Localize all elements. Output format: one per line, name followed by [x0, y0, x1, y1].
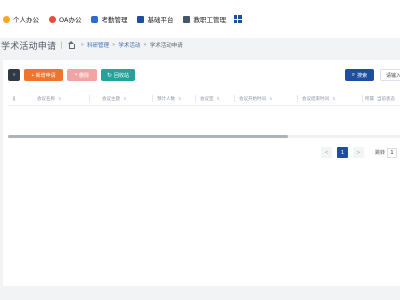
nav-item-staff[interactable]: 教职工管理: [183, 0, 226, 38]
page-button-current[interactable]: 1: [337, 147, 348, 158]
recycle-icon: ↻: [106, 72, 112, 79]
chevron-right-icon: »: [143, 42, 147, 48]
nav-item-platform[interactable]: 基础平台: [137, 0, 173, 38]
sort-icon: ⇅: [269, 96, 273, 101]
breadcrumb-item-activity[interactable]: 学术活动: [118, 41, 140, 49]
column-header-meeting-topic[interactable]: 会议主题 ⇅: [90, 96, 152, 102]
apps-menu-button[interactable]: [233, 0, 242, 38]
recycle-label: 回收站: [114, 72, 130, 79]
sort-icon: ⇅: [216, 96, 220, 101]
sort-icon: ⇅: [123, 96, 127, 101]
attendance-icon: [91, 15, 99, 23]
column-header-owner[interactable]: 所属: [363, 96, 375, 102]
scrollbar-thumb[interactable]: [8, 135, 288, 138]
search-icon: ⌕: [351, 71, 356, 78]
table-header: 会议名称 ⇅ 会议主题 ⇅ 预计人数 ⇅ 会议室 ⇅ 会议开始时间 ⇅ 会议结束…: [8, 92, 400, 106]
chevron-right-icon: »: [80, 42, 84, 48]
column-label: 会议室: [200, 96, 214, 102]
delete-label: 删除: [79, 72, 90, 79]
nav-label: 考勤管理: [101, 16, 128, 24]
next-page-button[interactable]: >: [353, 147, 364, 158]
oa-icon: [49, 15, 56, 23]
grid-apps-icon: [233, 15, 242, 23]
nav-label: 个人办公: [13, 16, 39, 24]
home-icon[interactable]: [67, 41, 75, 49]
column-label: 会议名称: [37, 96, 55, 102]
breadcrumb-item-current: 学术活动申请: [149, 43, 183, 49]
search-input[interactable]: 请输入: [380, 69, 400, 81]
data-table: 会议名称 ⇅ 会议主题 ⇅ 预计人数 ⇅ 会议室 ⇅ 会议开始时间 ⇅ 会议结束…: [8, 92, 400, 136]
sort-icon: ⇅: [178, 96, 182, 101]
chevron-right-icon: »: [111, 42, 116, 48]
toolbar: ○ + 新增申请 ▪ 删除 ↻ 回收站 ⌕ 搜索 请输入: [8, 69, 400, 83]
nav-item-personal-office[interactable]: 个人办公: [3, 0, 39, 38]
platform-icon: [137, 15, 145, 23]
pagination: < 1 > 跳转 1: [321, 147, 398, 158]
column-label: 会议结束时间: [302, 96, 329, 102]
nav-label: 基础平台: [147, 16, 174, 24]
sort-icon: ⇅: [332, 96, 336, 101]
trash-icon: ▪: [74, 72, 78, 78]
search-button[interactable]: ⌕ 搜索: [345, 69, 374, 81]
column-label: 会议主题: [102, 96, 120, 102]
recycle-bin-button[interactable]: ↻ 回收站: [101, 69, 135, 81]
content-panel: ○ + 新增申请 ▪ 删除 ↻ 回收站 ⌕ 搜索 请输入 会议名称 ⇅ 会议主题…: [3, 60, 400, 286]
refresh-icon: ○: [12, 72, 16, 78]
breadcrumb-bar: 学术活动申请 | » 科研管理 » 学术活动 » 学术活动申请: [0, 38, 400, 52]
column-label: 当前状态: [377, 96, 395, 102]
column-header-start-time[interactable]: 会议开始时间 ⇅: [235, 96, 297, 102]
breadcrumb-item-research[interactable]: 科研管理: [87, 41, 109, 49]
goto-page-input[interactable]: 1: [387, 147, 398, 158]
prev-page-button[interactable]: <: [321, 147, 332, 158]
add-application-button[interactable]: + 新增申请: [24, 69, 63, 81]
breadcrumb-divider: |: [60, 41, 63, 49]
column-label: 所属: [365, 96, 374, 102]
column-header-meeting-room[interactable]: 会议室 ⇅: [196, 96, 234, 102]
delete-button[interactable]: ▪ 删除: [67, 69, 97, 81]
user-office-icon: [3, 15, 10, 23]
column-header-meeting-name[interactable]: 会议名称 ⇅: [37, 96, 89, 102]
column-label: 预计人数: [157, 96, 175, 102]
search-label: 搜索: [357, 72, 368, 79]
horizontal-scrollbar[interactable]: [8, 135, 400, 138]
nav-label: 教职工管理: [193, 16, 226, 24]
staff-icon: [183, 15, 191, 23]
top-nav: 个人办公 OA办公 考勤管理 基础平台 教职工管理: [0, 0, 400, 38]
refresh-button[interactable]: ○: [8, 69, 20, 81]
goto-label: 跳转: [375, 150, 386, 156]
column-header-status[interactable]: 当前状态: [375, 96, 400, 102]
nav-item-oa[interactable]: OA办公: [49, 0, 81, 38]
sort-icon: ⇅: [58, 96, 62, 101]
select-all-checkbox[interactable]: [13, 96, 15, 101]
column-label: 会议开始时间: [239, 96, 266, 102]
nav-item-attendance[interactable]: 考勤管理: [91, 0, 127, 38]
column-header-end-time[interactable]: 会议结束时间 ⇅: [298, 96, 362, 102]
page-title: 学术活动申请: [1, 41, 57, 52]
column-header-expected-count[interactable]: 预计人数 ⇅: [153, 96, 195, 102]
nav-label: OA办公: [59, 16, 82, 24]
